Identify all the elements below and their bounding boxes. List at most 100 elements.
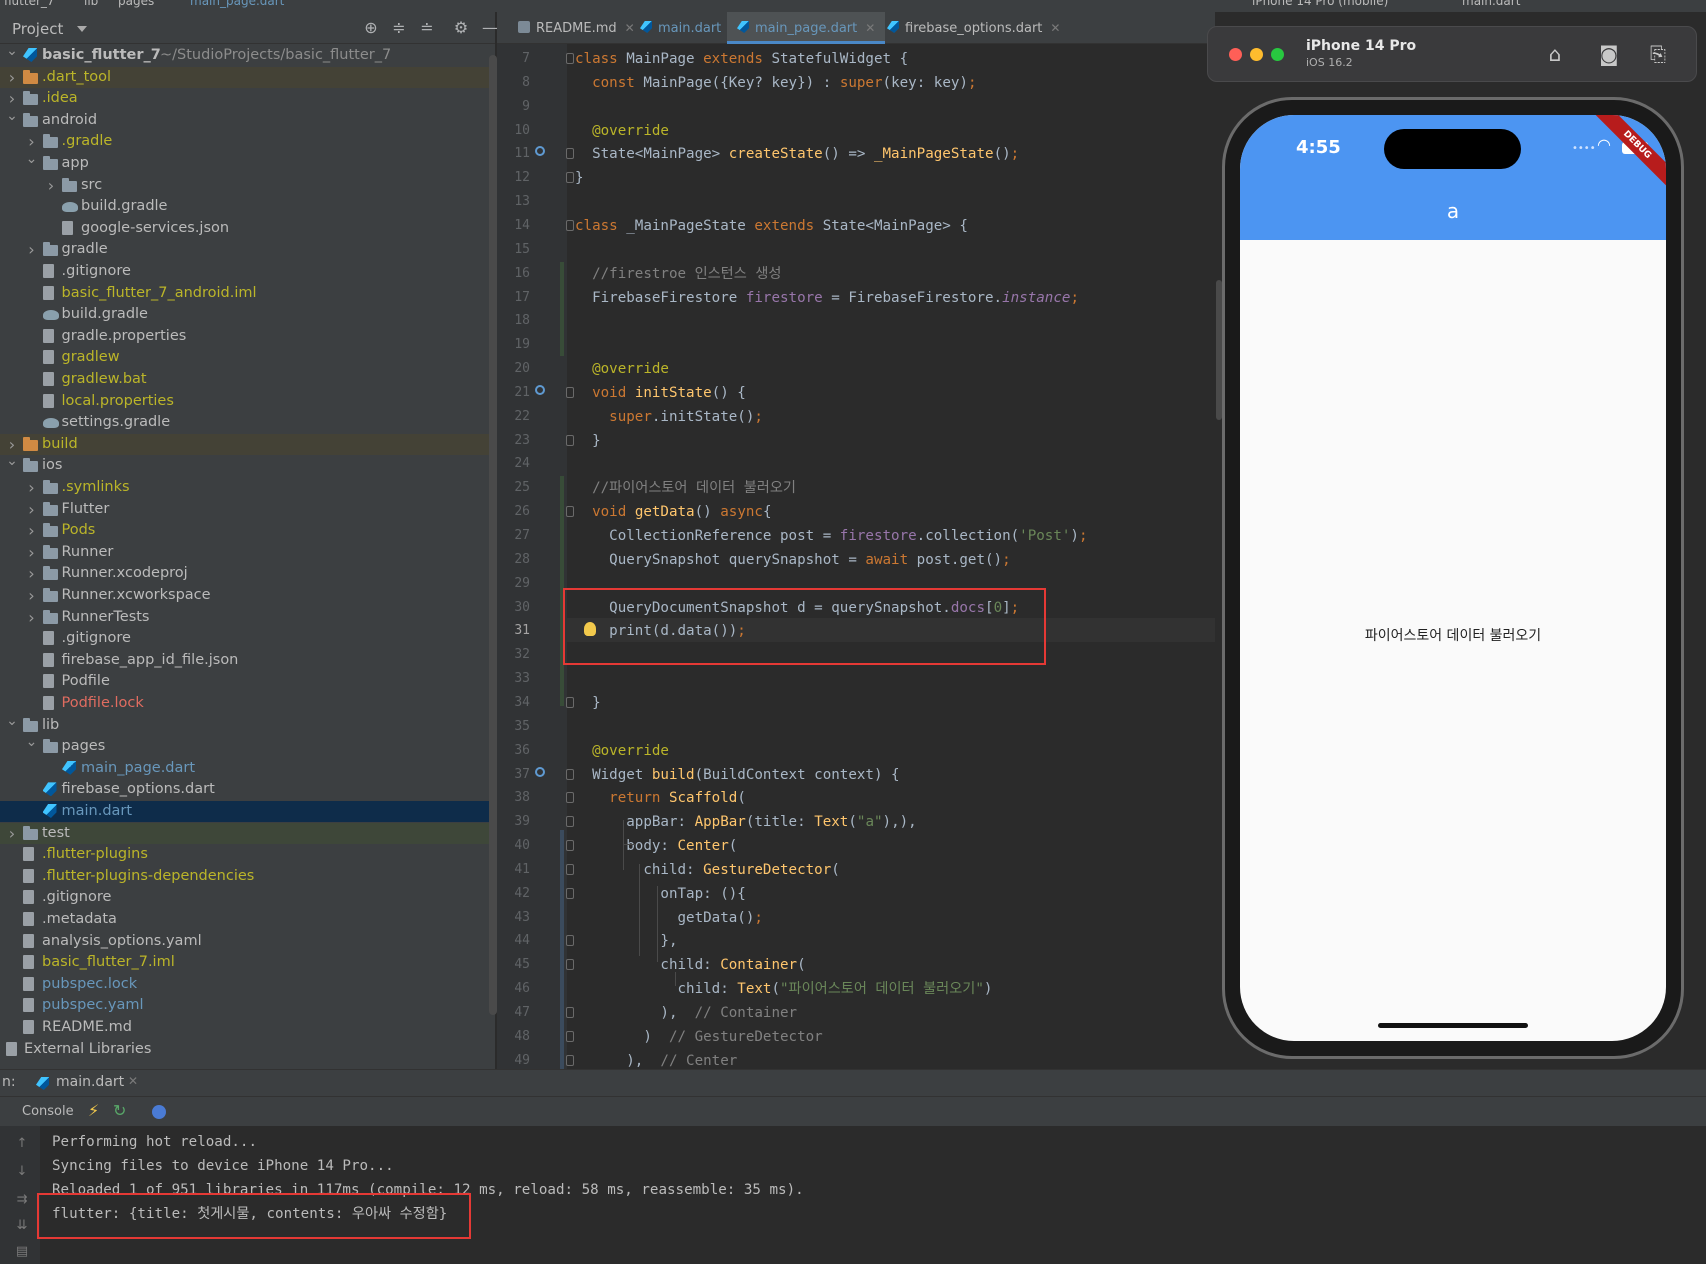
code-line[interactable]: }, (575, 929, 677, 953)
fold-marker-icon[interactable] (566, 506, 574, 518)
screenshot-icon[interactable]: ◙ (1597, 42, 1621, 66)
tree-row[interactable]: › Flutter (0, 499, 490, 520)
editor-tab[interactable]: main_page.dart ✕ (727, 12, 886, 44)
chevron-down-icon[interactable]: ⌄ (26, 149, 38, 170)
load-data-text[interactable]: 파이어스토어 데이터 불러오기 (1240, 625, 1666, 645)
tree-row[interactable]: .gitignore (0, 887, 490, 908)
chevron-down-icon[interactable]: ⌄ (6, 451, 18, 472)
tree-row[interactable]: .flutter-plugins-dependencies (0, 866, 490, 887)
code-line[interactable]: //firestroe 인스턴스 생성 (575, 262, 781, 286)
tree-row[interactable]: › test (0, 822, 490, 844)
tree-row[interactable]: › gradle (0, 239, 490, 260)
code-line[interactable]: @override (575, 739, 669, 763)
fold-marker-icon[interactable] (566, 816, 574, 828)
chevron-down-icon[interactable]: ⌄ (6, 711, 18, 732)
tree-row[interactable]: › src (0, 175, 490, 196)
fold-marker-icon[interactable] (566, 959, 574, 971)
home-indicator[interactable] (1378, 1023, 1528, 1028)
close-icon[interactable]: ✕ (128, 1074, 138, 1088)
chevron-right-icon[interactable]: › (26, 563, 38, 584)
code-line[interactable]: Widget build(BuildContext context) { (575, 763, 900, 787)
breadcrumb[interactable]: flutter_7 (4, 0, 55, 8)
lightbulb-icon[interactable] (584, 622, 596, 636)
tree-row[interactable]: › .symlinks (0, 477, 490, 498)
tree-row[interactable]: .gitignore (0, 628, 490, 649)
breadcrumb[interactable]: pages (118, 0, 154, 8)
fold-marker-icon[interactable] (566, 148, 574, 160)
tree-row[interactable]: › Runner.xcodeproj (0, 563, 490, 584)
override-gutter-icon[interactable] (535, 384, 545, 395)
tree-row[interactable]: pubspec.yaml (0, 995, 490, 1016)
soft-wrap-icon[interactable]: ⇉ (14, 1192, 30, 1208)
tree-row[interactable]: analysis_options.yaml (0, 931, 490, 952)
tree-row[interactable]: ⌄ app (0, 151, 490, 174)
chevron-right-icon[interactable]: › (26, 607, 38, 628)
tree-row[interactable]: basic_flutter_7_android.iml (0, 283, 490, 304)
chevron-right-icon[interactable]: › (6, 67, 18, 88)
code-line[interactable]: } (575, 691, 601, 715)
code-line[interactable]: State<MainPage> createState() => _MainPa… (575, 142, 1019, 166)
tree-row[interactable]: ⌄ android (0, 108, 490, 131)
tree-row[interactable]: ⌄ basic_flutter_7 ~/StudioProjects/basic_… (0, 43, 490, 66)
fold-marker-icon[interactable] (566, 434, 574, 446)
fold-marker-icon[interactable] (566, 696, 574, 708)
tree-row[interactable]: ⌄ lib (0, 713, 490, 736)
close-tab-icon[interactable]: ✕ (625, 21, 635, 35)
fold-marker-icon[interactable] (566, 53, 574, 64)
fold-marker-icon[interactable] (566, 386, 574, 398)
scroll-up-icon[interactable]: ↑ (14, 1136, 30, 1152)
tree-row[interactable]: build.gradle (0, 304, 490, 325)
run-tab[interactable]: main.dart (56, 1074, 124, 1090)
collapse-all-icon[interactable]: ≐ (418, 19, 436, 37)
fold-marker-icon[interactable] (566, 887, 574, 899)
tree-row[interactable]: local.properties (0, 391, 490, 412)
code-line[interactable]: child: GestureDetector( (575, 858, 839, 882)
code-line[interactable]: //파이어스토어 데이터 불러오기 (575, 476, 796, 500)
minimize-window-icon[interactable] (1250, 48, 1263, 61)
code-line[interactable]: ), // Container (575, 1001, 797, 1025)
tree-row[interactable]: gradlew (0, 347, 490, 368)
tree-row[interactable]: ⌄ ios (0, 453, 490, 476)
chevron-down-icon[interactable]: ⌄ (6, 106, 18, 127)
tree-row[interactable]: .flutter-plugins (0, 844, 490, 865)
tree-row[interactable]: build.gradle (0, 196, 490, 217)
home-icon[interactable]: ⌂ (1543, 42, 1567, 66)
scroll-to-end-icon[interactable]: ⇊ (14, 1218, 30, 1234)
locate-icon[interactable]: ⊕ (362, 19, 380, 37)
chevron-down-icon[interactable] (77, 26, 87, 32)
fold-marker-icon[interactable] (566, 768, 574, 780)
override-gutter-icon[interactable] (535, 766, 545, 777)
code-line[interactable]: ) // GestureDetector (575, 1025, 822, 1049)
print-icon[interactable]: ▤ (14, 1244, 30, 1260)
code-line[interactable]: CollectionReference post = firestore.col… (575, 524, 1087, 548)
code-line[interactable]: void initState() { (575, 381, 746, 405)
project-scrollbar[interactable] (489, 55, 497, 1015)
chevron-right-icon[interactable]: › (26, 477, 38, 498)
code-line[interactable]: @override (575, 119, 669, 143)
chevron-right-icon[interactable]: › (26, 499, 38, 520)
tree-row[interactable]: ⌄ pages (0, 734, 490, 757)
tree-row[interactable]: README.md (0, 1017, 490, 1038)
code-line[interactable]: child: Text("파이어스토어 데이터 불러오기") (575, 977, 992, 1001)
tree-row[interactable]: › build (0, 433, 490, 455)
fold-marker-icon[interactable] (566, 1030, 574, 1042)
fold-marker-icon[interactable] (566, 792, 574, 804)
tree-row[interactable]: Podfile.lock (0, 693, 490, 714)
breadcrumb[interactable]: lib (84, 0, 98, 8)
code-line[interactable]: class MainPage extends StatefulWidget { (575, 47, 908, 71)
tree-row[interactable]: › Runner.xcworkspace (0, 585, 490, 606)
tree-row[interactable]: gradlew.bat (0, 369, 490, 390)
chevron-right-icon[interactable]: › (6, 823, 18, 844)
chevron-down-icon[interactable]: ⌄ (26, 732, 38, 753)
chevron-right-icon[interactable]: › (26, 585, 38, 606)
tree-row[interactable]: › RunnerTests (0, 607, 490, 628)
chevron-right-icon[interactable]: › (26, 239, 38, 260)
code-line[interactable]: const MainPage({Key? key}) : super(key: … (575, 71, 976, 95)
zoom-window-icon[interactable] (1271, 48, 1284, 61)
tree-row[interactable]: firebase_options.dart (0, 779, 490, 800)
code-line[interactable]: void getData() async{ (575, 500, 771, 524)
tree-row[interactable]: firebase_app_id_file.json (0, 650, 490, 671)
code-line[interactable]: FirebaseFirestore firestore = FirebaseFi… (575, 286, 1079, 310)
code-line[interactable]: } (575, 166, 584, 190)
code-line[interactable]: body: Center( (575, 834, 737, 858)
